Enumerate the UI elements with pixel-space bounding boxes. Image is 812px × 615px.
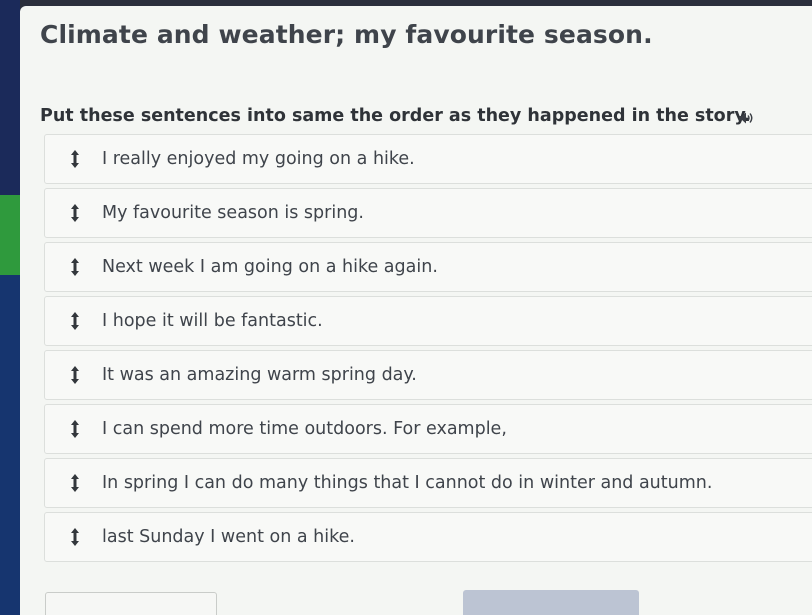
sortable-item[interactable]: I really enjoyed my going on a hike. [44, 134, 812, 184]
sortable-list: I really enjoyed my going on a hike. My … [44, 134, 812, 566]
drag-arrow-icon[interactable] [68, 473, 82, 493]
sortable-item-text: It was an amazing warm spring day. [102, 365, 417, 385]
sortable-item[interactable]: My favourite season is spring. [44, 188, 812, 238]
drag-arrow-icon[interactable] [68, 203, 82, 223]
sortable-item[interactable]: It was an amazing warm spring day. [44, 350, 812, 400]
drag-arrow-icon[interactable] [68, 149, 82, 169]
sortable-item-text: I hope it will be fantastic. [102, 311, 323, 331]
sortable-item[interactable]: In spring I can do many things that I ca… [44, 458, 812, 508]
speaker-icon[interactable] [738, 110, 754, 124]
sortable-item-text: I really enjoyed my going on a hike. [102, 149, 415, 169]
sortable-item-text: last Sunday I went on a hike. [102, 527, 355, 547]
page-title: Climate and weather; my favourite season… [40, 20, 653, 49]
window-frame-left [0, 0, 20, 615]
drag-arrow-icon[interactable] [68, 257, 82, 277]
sortable-item[interactable]: I hope it will be fantastic. [44, 296, 812, 346]
secondary-button[interactable] [45, 592, 217, 615]
sortable-item-text: My favourite season is spring. [102, 203, 364, 223]
instruction-text: Put these sentences into same the order … [40, 106, 751, 126]
sortable-item[interactable]: last Sunday I went on a hike. [44, 512, 812, 562]
sortable-item-text: Next week I am going on a hike again. [102, 257, 438, 277]
primary-button[interactable] [463, 590, 639, 615]
sortable-item-text: I can spend more time outdoors. For exam… [102, 419, 507, 439]
drag-arrow-icon[interactable] [68, 311, 82, 331]
drag-arrow-icon[interactable] [68, 419, 82, 439]
exercise-page: Climate and weather; my favourite season… [20, 6, 812, 615]
sortable-item-text: In spring I can do many things that I ca… [102, 473, 713, 493]
drag-arrow-icon[interactable] [68, 527, 82, 547]
sortable-item[interactable]: Next week I am going on a hike again. [44, 242, 812, 292]
drag-arrow-icon[interactable] [68, 365, 82, 385]
sortable-item[interactable]: I can spend more time outdoors. For exam… [44, 404, 812, 454]
